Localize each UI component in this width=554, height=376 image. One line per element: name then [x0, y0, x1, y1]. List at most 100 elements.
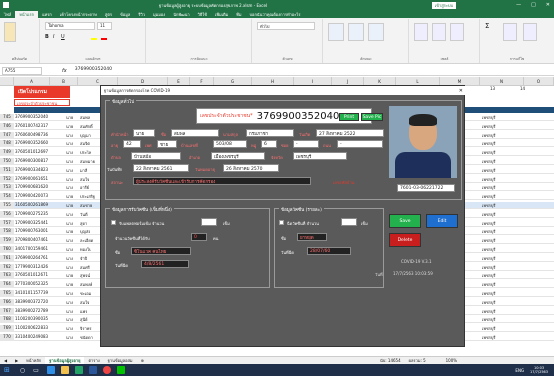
row-number[interactable]: 754	[0, 193, 14, 201]
province-field[interactable]: เพชรบุรี	[293, 152, 347, 160]
search-icon[interactable]: ○	[20, 367, 25, 374]
column-header-A[interactable]: A	[14, 77, 50, 86]
format-cells-button[interactable]	[450, 23, 464, 41]
find-select-button[interactable]	[523, 23, 537, 41]
prefix-field[interactable]: นาย	[133, 129, 155, 137]
font-size-select[interactable]: 11	[97, 22, 112, 30]
row-number[interactable]: 769	[0, 325, 14, 333]
expire-field[interactable]: 26 สิงหาคม 2570	[223, 164, 279, 172]
status-field[interactable]: ผู้ประสงค์รับวัคซีนและเข้ารับการคัดกรอง	[133, 177, 311, 185]
italic-icon[interactable]: I	[53, 34, 54, 40]
tab-9[interactable]: วิธีใช้	[194, 11, 211, 18]
row-number[interactable]: 763	[0, 272, 14, 280]
name-box[interactable]: A755	[2, 66, 42, 75]
record-date-field[interactable]: 22 สิงหาคม 2561	[133, 164, 189, 172]
zoom-level[interactable]: 100%	[446, 358, 457, 363]
row-number[interactable]: 761	[0, 254, 14, 262]
delete-button[interactable]: Delete	[389, 233, 421, 247]
underline-icon[interactable]: U	[61, 34, 65, 40]
tab-12[interactable]: บอกฉันว่าคุณต้องการทำอะไร	[246, 11, 305, 18]
tab-3[interactable]: เค้าโครงหน้ากระดาษ	[56, 11, 101, 18]
row-number[interactable]: 764	[0, 281, 14, 289]
sort-filter-button[interactable]	[503, 23, 517, 41]
row-number[interactable]: 759	[0, 237, 14, 245]
fname-field[interactable]: สมพล	[171, 129, 219, 137]
row-number[interactable]: 748	[0, 140, 14, 148]
sheet-tab-2[interactable]: ตาราง	[84, 357, 103, 364]
tab-8[interactable]: นักพัฒนา	[169, 11, 193, 18]
paste-button[interactable]	[4, 22, 16, 42]
amphoe-field[interactable]: เมืองเพชรบุรี	[211, 152, 265, 160]
row-number[interactable]: 755	[0, 202, 14, 209]
conditional-format-button[interactable]	[328, 23, 344, 41]
row-number[interactable]: 760	[0, 246, 14, 253]
font-name-select[interactable]: Tahoma	[45, 22, 95, 30]
vaccine-name-field-1[interactable]: ซิโนแวค คนไทย	[131, 247, 191, 255]
minimize-icon[interactable]: —	[516, 2, 521, 8]
first-dose-count[interactable]	[201, 218, 217, 226]
folder-icon[interactable]	[60, 366, 69, 374]
second-dose-checkbox[interactable]	[279, 220, 284, 225]
row-number[interactable]: 749	[0, 149, 14, 157]
tambon-field[interactable]: บ้านหม้อ	[131, 152, 181, 160]
tab-4[interactable]: สูตร	[101, 11, 116, 18]
house-field[interactable]: 503/08	[213, 140, 247, 148]
font-color-icon[interactable]	[101, 35, 107, 40]
row-number[interactable]: 747	[0, 131, 14, 139]
row-number[interactable]: 753	[0, 184, 14, 192]
tab-2[interactable]: แทรก	[38, 11, 56, 18]
fill-color-icon[interactable]	[91, 35, 97, 40]
tab-1[interactable]: หน้าแรก	[15, 10, 39, 18]
soi-field[interactable]: -	[293, 140, 319, 148]
row-number[interactable]: 768	[0, 316, 14, 324]
tab-0[interactable]: ไฟล์	[0, 11, 15, 18]
row-number[interactable]: 757	[0, 219, 14, 227]
save-button[interactable]: Save	[389, 214, 421, 228]
sheet-tab-0[interactable]: หน้าหลัก	[22, 357, 45, 364]
second-dose-count[interactable]	[341, 218, 357, 226]
sheet-nav-left-icon[interactable]: ◀	[0, 358, 11, 363]
id-value[interactable]: 3769900352040	[257, 111, 340, 122]
row-number[interactable]: 766	[0, 298, 14, 306]
save-pic-button[interactable]: Save Pic	[361, 113, 383, 121]
vaccine-date-field-1[interactable]: 4/8/2561	[141, 260, 189, 268]
edit-button[interactable]: Edit	[426, 214, 458, 228]
print-button[interactable]: Print	[339, 113, 359, 121]
dialog-close-icon[interactable]: ✕	[459, 88, 463, 94]
row-number[interactable]: 765	[0, 290, 14, 297]
clock[interactable]: 10:03 17/7/2563	[530, 366, 548, 374]
vaccine-date-field-2[interactable]: 28/07/60	[307, 247, 351, 255]
chrome-icon[interactable]	[102, 366, 111, 374]
bold-icon[interactable]: B	[45, 34, 49, 40]
taskview-icon[interactable]: ▭	[33, 367, 39, 374]
maximize-icon[interactable]: □	[531, 2, 536, 8]
number-format-select[interactable]: ทั่วไป	[257, 22, 315, 30]
sheet-tab-1[interactable]: ฐานข้อมูลผู้สูงอายุ	[45, 357, 85, 364]
row-number[interactable]: 750	[0, 158, 14, 165]
row-number[interactable]: 758	[0, 228, 14, 236]
line-icon[interactable]	[116, 366, 125, 374]
select-all-corner[interactable]	[0, 77, 14, 86]
dose-received-field[interactable]: 0	[191, 233, 207, 241]
age-field[interactable]: 42	[123, 140, 141, 148]
moo-field[interactable]: 6	[261, 140, 277, 148]
sheet-tab-3[interactable]: ฐานข้อมูลอสม	[104, 357, 137, 364]
row-number[interactable]: 770	[0, 334, 14, 341]
row-number[interactable]: 756	[0, 210, 14, 218]
close-icon[interactable]: ✕	[546, 2, 550, 8]
column-header-N[interactable]: N	[480, 77, 524, 86]
dob-field[interactable]: 27 สิงหาคม 2522	[316, 129, 384, 137]
autosum-icon[interactable]: Σ	[485, 22, 489, 30]
tab-7[interactable]: มุมมอง	[149, 11, 169, 18]
row-number[interactable]: 752	[0, 175, 14, 183]
formula-input[interactable]: 3769900352040	[73, 67, 543, 75]
insert-cells-button[interactable]	[414, 23, 428, 41]
open-program-button[interactable]: เปิดโปรแกรม	[14, 86, 70, 98]
row-number[interactable]: 746	[0, 122, 14, 130]
cell-styles-button[interactable]	[368, 23, 384, 41]
tab-5[interactable]: ข้อมูล	[116, 11, 134, 18]
lname-field[interactable]: กรมภาชา	[246, 129, 294, 137]
signin-button[interactable]: เข้าสู่ระบบ	[431, 1, 457, 9]
tab-11[interactable]: ทีม	[232, 11, 245, 18]
sheet-nav-right-icon[interactable]: ▶	[11, 358, 22, 363]
